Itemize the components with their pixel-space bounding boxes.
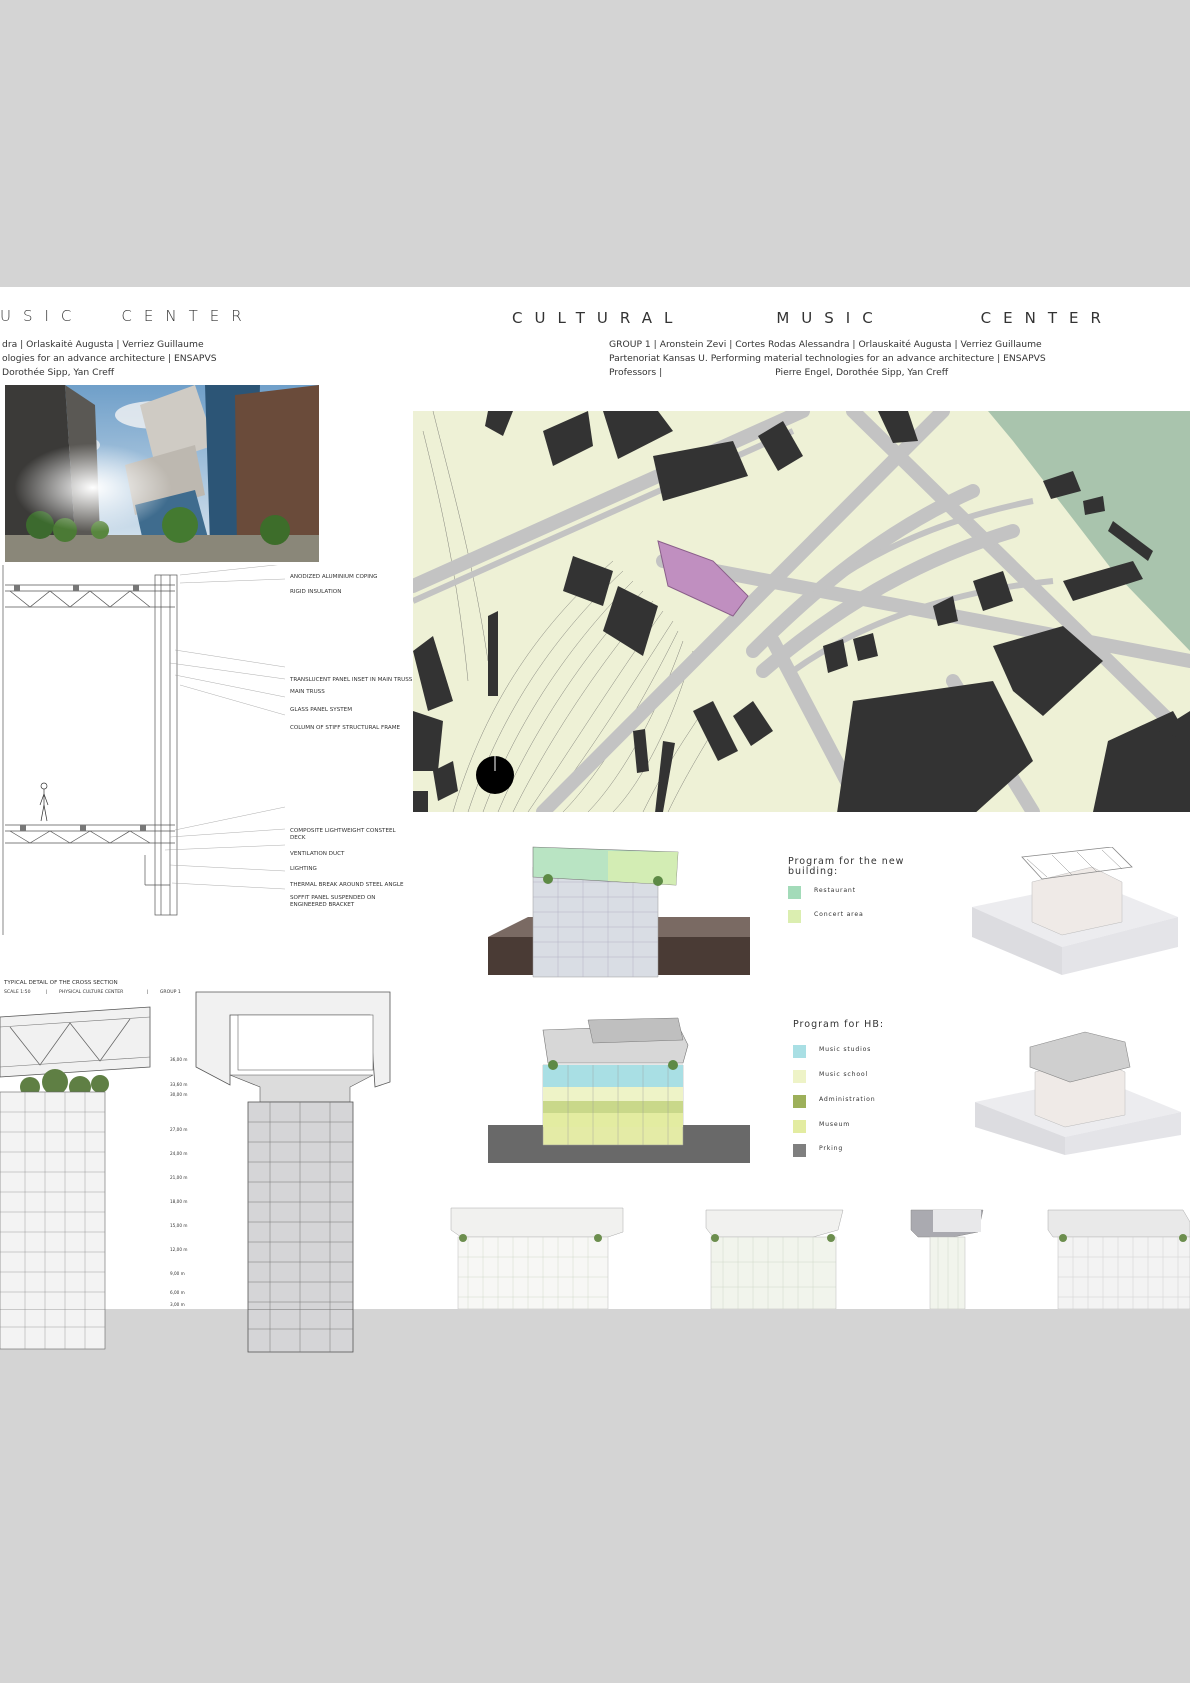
left-credits-line-3: Dorothée Sipp, Yan Creff: [2, 367, 115, 378]
level-label: 12,00 m: [170, 1247, 188, 1252]
level-label: 30,00 m: [170, 1092, 188, 1097]
main-title-word-3: CENTER: [980, 309, 1113, 327]
program-hb-title: Program for HB:: [793, 1019, 885, 1030]
legend-label: Music school: [819, 1071, 869, 1078]
level-label: 33,60 m: [170, 1082, 188, 1087]
legend-swatch: [788, 910, 801, 923]
callout-3: MAIN TRUSS: [290, 689, 325, 695]
main-title-word-1: CULTURAL: [512, 309, 685, 327]
main-title-word-2: MUSIC: [776, 309, 885, 327]
main-credits-line-1: GROUP 1 | Aronstein Zevi | Cortes Rodas …: [609, 339, 1042, 350]
legend-label: Museum: [819, 1121, 851, 1128]
site-plan-map: [413, 411, 1190, 812]
legend-swatch: [793, 1070, 806, 1083]
callout-7: VENTILATION DUCT: [290, 851, 345, 857]
level-label: 15,00 m: [170, 1223, 188, 1228]
level-label: 27,00 m: [170, 1127, 188, 1132]
professors-names: Pierre Engel, Dorothée Sipp, Yan Creff: [775, 367, 949, 378]
building-elevations: [450, 1207, 1190, 1309]
callout-1: RIGID INSULATION: [290, 589, 342, 595]
massing-axonometric-2: [975, 1031, 1181, 1155]
section-drawing-overhang: [0, 1309, 354, 1353]
main-credits-line-3: Professors | Pierre Engel, Dorothée Sipp…: [609, 367, 948, 378]
legend-label: Restaurant: [814, 887, 856, 894]
wall-section-detail-drawing: [2, 565, 286, 935]
hb-building-axonometric: [488, 1017, 750, 1163]
callout-2: TRANSLUCENT PANEL INSET IN MAIN TRUSS: [290, 677, 413, 683]
level-label: 3,00 m: [170, 1302, 185, 1307]
legend-label: Music studios: [819, 1046, 872, 1053]
left-credits-line-1: dra | Orlaskaitė Augusta | Verriez Guill…: [2, 339, 204, 350]
legend-label: Administration: [819, 1096, 876, 1103]
program-new-title-2: building:: [788, 866, 839, 877]
legend-swatch: [793, 1045, 806, 1058]
street-render-image: [5, 385, 319, 562]
callout-8: LIGHTING: [290, 866, 317, 872]
professors-label: Professors |: [609, 367, 663, 378]
left-credits-line-2: ologies for an advance architecture | EN…: [2, 353, 217, 364]
left-title-word-2: CENTER: [121, 307, 254, 325]
left-title: USIC CENTER: [0, 307, 254, 325]
callout-9: THERMAL BREAK AROUND STEEL ANGLE: [290, 882, 404, 888]
callout-5: COLUMN OF STIFF STRUCTURAL FRAME: [290, 725, 401, 731]
callout-10: SOFFIT PANEL SUSPENDED ON ENGINEERED BRA…: [290, 895, 376, 908]
level-label: 36,00 m: [170, 1057, 188, 1062]
left-title-word-1: USIC: [0, 307, 84, 325]
legend-swatch: [793, 1144, 806, 1157]
main-title: CULTURAL MUSIC CENTER: [512, 309, 1113, 327]
detail-caption: TYPICAL DETAIL OF THE CROSS SECTION: [4, 980, 118, 986]
callout-4: GLASS PANEL SYSTEM: [290, 707, 353, 713]
legend-label: Prking: [819, 1145, 844, 1152]
level-label: 6,00 m: [170, 1290, 185, 1295]
callout-0: ANODIZED ALUMINIUM COPING: [290, 574, 378, 580]
level-label: 18,00 m: [170, 1199, 188, 1204]
building-sections-drawing: [0, 991, 391, 1309]
legend-swatch: [793, 1120, 806, 1133]
level-label: 24,00 m: [170, 1151, 188, 1156]
massing-axonometric-1: [972, 847, 1178, 975]
callout-6: COMPOSITE LIGHTWEIGHT CONSTEEL DECK: [290, 828, 396, 841]
level-label: 21,00 m: [170, 1175, 188, 1180]
legend-swatch: [793, 1095, 806, 1108]
main-credits-line-2: Partenoriat Kansas U. Performing materia…: [609, 353, 1046, 364]
legend-swatch: [788, 886, 801, 899]
level-label: 9,00 m: [170, 1271, 185, 1276]
presentation-sheet: USIC CENTER CULTURAL MUSIC CENTER dra | Orl…: [0, 287, 1190, 1309]
new-building-axonometric: [488, 846, 750, 978]
legend-label: Concert area: [814, 911, 864, 918]
